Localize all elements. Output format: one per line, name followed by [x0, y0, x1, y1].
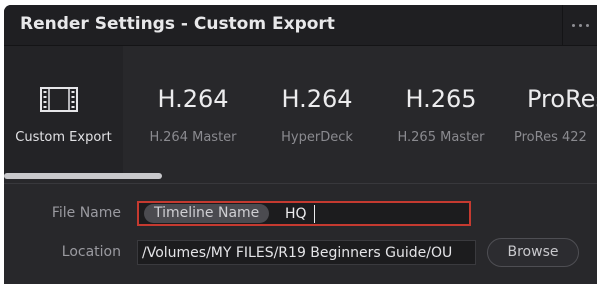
preset-sublabel: H.264 Master	[149, 130, 237, 145]
presets-scrollbar[interactable]	[4, 173, 162, 179]
file-name-label: File Name	[51, 205, 121, 221]
preset-label: H.264	[157, 85, 229, 113]
text-caret	[314, 205, 315, 223]
preset-sublabel: ProRes 422	[514, 130, 587, 145]
preset-label: H.265	[405, 85, 477, 113]
location-label: Location	[61, 244, 121, 260]
panel-title: Render Settings - Custom Export	[20, 14, 335, 34]
preset-h265-master[interactable]: H.265 H.265 Master	[380, 46, 502, 174]
location-value: /Volumes/MY FILES/R19 Beginners Guide/OU	[142, 245, 453, 261]
location-field[interactable]: /Volumes/MY FILES/R19 Beginners Guide/OU	[137, 240, 476, 265]
render-settings-panel: Render Settings - Custom Export Custom E…	[4, 5, 597, 284]
ellipsis-icon[interactable]	[562, 5, 597, 45]
preset-sublabel: Custom Export	[15, 130, 112, 145]
preset-label: H.264	[281, 85, 353, 113]
section-divider	[4, 183, 597, 184]
preset-custom-export[interactable]: Custom Export	[4, 46, 123, 174]
file-name-value: HQ	[285, 206, 307, 222]
panel-header: Render Settings - Custom Export	[4, 5, 597, 46]
browse-button[interactable]: Browse	[487, 238, 579, 267]
preset-hyperdeck[interactable]: H.264 HyperDeck	[256, 46, 378, 174]
film-strip-icon	[40, 87, 78, 112]
preset-label: ProRes	[527, 85, 597, 113]
preset-sublabel: H.265 Master	[397, 130, 485, 145]
timeline-name-token[interactable]: Timeline Name	[144, 204, 270, 223]
preset-prores-422[interactable]: ProRes ProRes 422	[505, 46, 597, 174]
preset-sublabel: HyperDeck	[281, 130, 353, 145]
file-name-field[interactable]: Timeline Name HQ	[137, 201, 471, 226]
preset-h264-master[interactable]: H.264 H.264 Master	[132, 46, 254, 174]
